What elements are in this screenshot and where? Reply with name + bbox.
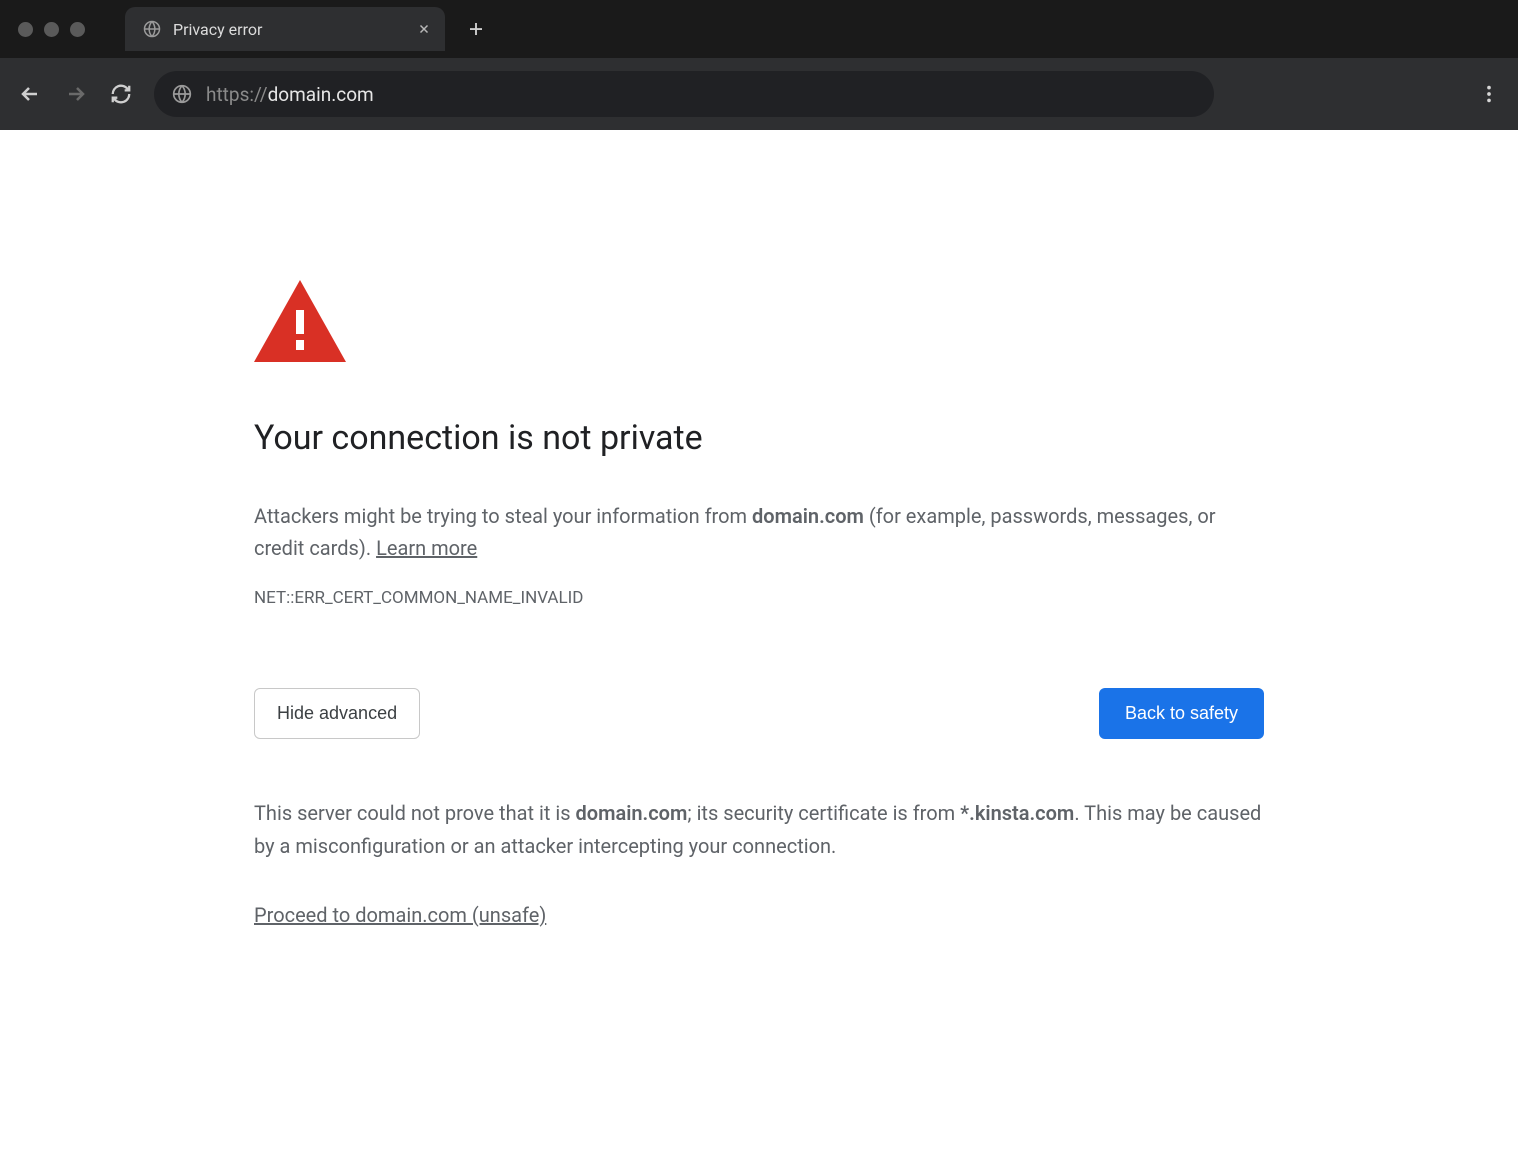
back-button[interactable] (18, 82, 42, 106)
new-tab-button[interactable] (467, 20, 485, 38)
tab-title: Privacy error (173, 20, 405, 39)
page-title: Your connection is not private (254, 418, 1264, 458)
kebab-menu-icon[interactable] (1478, 83, 1500, 105)
error-code: NET::ERR_CERT_COMMON_NAME_INVALID (254, 588, 1264, 608)
page-content: Your connection is not private Attackers… (0, 130, 1518, 927)
forward-button[interactable] (64, 82, 88, 106)
close-window-button[interactable] (18, 22, 33, 37)
reload-button[interactable] (110, 83, 132, 105)
browser-tab[interactable]: Privacy error (125, 7, 445, 51)
warning-triangle-icon (254, 280, 1264, 366)
browser-chrome: Privacy error https://domain.com (0, 0, 1518, 130)
details-paragraph: This server could not prove that it is d… (254, 797, 1264, 863)
warning-paragraph: Attackers might be trying to steal your … (254, 500, 1264, 564)
url-scheme: https:// (206, 83, 268, 106)
proceed-unsafe-link[interactable]: Proceed to domain.com (unsafe) (254, 903, 546, 927)
address-bar[interactable]: https://domain.com (154, 71, 1214, 117)
details-pre: This server could not prove that it is (254, 801, 576, 825)
maximize-window-button[interactable] (70, 22, 85, 37)
url-host: domain.com (268, 83, 374, 106)
learn-more-link[interactable]: Learn more (376, 536, 477, 560)
warn-domain: domain.com (752, 504, 864, 528)
button-row: Hide advanced Back to safety (254, 688, 1264, 739)
warn-text-pre: Attackers might be trying to steal your … (254, 504, 752, 528)
details-mid: ; its security certificate is from (687, 801, 960, 825)
details-cert: *.kinsta.com (960, 801, 1074, 825)
not-secure-icon (172, 84, 192, 104)
close-tab-icon[interactable] (417, 22, 431, 36)
details-domain: domain.com (576, 801, 688, 825)
tab-strip: Privacy error (0, 0, 1518, 58)
globe-icon (143, 20, 161, 38)
minimize-window-button[interactable] (44, 22, 59, 37)
url-text: https://domain.com (206, 83, 374, 106)
back-to-safety-button[interactable]: Back to safety (1099, 688, 1264, 739)
window-controls (10, 22, 97, 37)
browser-toolbar: https://domain.com (0, 58, 1518, 130)
hide-advanced-button[interactable]: Hide advanced (254, 688, 420, 739)
